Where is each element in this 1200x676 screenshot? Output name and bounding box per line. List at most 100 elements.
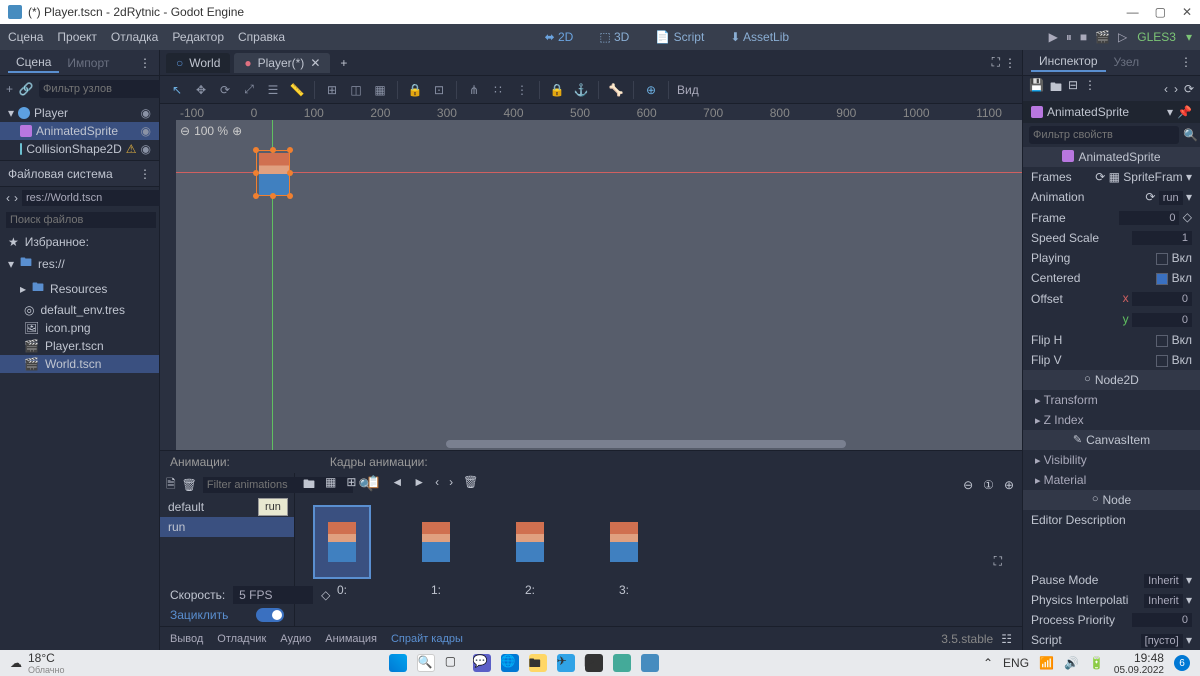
dock-menu-icon[interactable]: ⋮ [1180,55,1192,69]
priority-input[interactable] [1132,613,1192,627]
script-select[interactable]: [пусто] [1141,634,1183,648]
view-menu[interactable]: Вид [677,83,699,97]
select-tool-icon[interactable]: ↖ [168,81,186,99]
output-tab-debugger[interactable]: Отладчик [217,633,266,645]
playing-checkbox[interactable] [1156,253,1168,265]
volume-icon[interactable]: 🔊 [1064,656,1079,670]
copy-frame-icon[interactable]: ⊞ [346,475,356,496]
zoom-out-icon[interactable]: ⊖ [180,124,190,138]
warning-icon[interactable]: ⚠ [126,142,137,156]
reset-icon[interactable]: ⟳ [1095,170,1105,184]
anchor-preset-icon[interactable]: ⊕ [642,81,660,99]
dock-menu-icon[interactable]: ⋮ [1004,56,1016,70]
lock-selection-icon[interactable]: 🔒 [548,81,566,99]
frame-item[interactable]: 3: [597,507,651,597]
zoom-in-icon[interactable]: ⊕ [232,124,242,138]
visibility-icon[interactable]: ◉ [141,106,151,120]
menu-help[interactable]: Справка [238,30,285,44]
skeleton-icon[interactable]: ⋔ [465,81,483,99]
more-icon[interactable]: ⋮ [1084,78,1096,99]
maximize-icon[interactable]: ▢ [1155,5,1166,19]
output-tab-audio[interactable]: Аудио [280,633,311,645]
mode-assetlib[interactable]: ⬇ AssetLib [724,28,795,46]
grid-icon[interactable]: ∷ [489,81,507,99]
lang-indicator[interactable]: ENG [1003,656,1029,670]
smart-snap-icon[interactable]: ◫ [347,81,365,99]
rotate-tool-icon[interactable]: ⟳ [216,81,234,99]
group-transform[interactable]: ▸ Transform [1023,390,1200,410]
scale-tool-icon[interactable]: ⤢ [240,81,258,99]
property-filter-input[interactable] [1029,126,1179,144]
offset-x-input[interactable] [1132,292,1192,306]
delete-anim-icon[interactable]: 🗑 [182,478,197,492]
zoom-level[interactable]: 100 % [194,124,228,138]
tab-inspector[interactable]: Инспектор [1031,52,1106,72]
tray-chevron-icon[interactable]: ⌃ [983,656,993,670]
tree-node-player[interactable]: ▾ Player ◉ [0,104,159,122]
fs-path-input[interactable] [22,190,172,206]
expand-icon[interactable]: ⛶ [992,55,1000,70]
menu-project[interactable]: Проект [57,30,97,44]
group-material[interactable]: ▸ Material [1023,470,1200,490]
anchor-icon[interactable]: ⚓ [572,81,590,99]
group-visibility[interactable]: ▸ Visibility [1023,450,1200,470]
explorer-icon[interactable]: 🖿 [529,654,547,672]
load-frame-icon[interactable]: 🖿 [303,475,315,496]
menu-editor[interactable]: Редактор [172,30,224,44]
add-tab-icon[interactable]: + [334,56,353,70]
move-left-icon[interactable]: ‹ [435,475,439,496]
flipv-checkbox[interactable] [1156,355,1168,367]
pause-icon[interactable]: ⏸ [1066,30,1072,45]
mode-3d[interactable]: ⬚ 3D [593,28,635,46]
class-section-node[interactable]: ○ Node [1023,490,1200,510]
offset-y-input[interactable] [1132,313,1192,327]
frame-input[interactable] [1119,211,1179,225]
fullscreen-icon[interactable]: ⛶ [994,554,1002,569]
fs-search-input[interactable] [6,212,156,228]
group-icon[interactable]: ⊡ [430,81,448,99]
fs-item[interactable]: 🎬Player.tscn [0,337,159,355]
pin-icon[interactable]: 📌 [1177,105,1192,119]
class-section-node2d[interactable]: ○ Node2D [1023,370,1200,390]
ruler-tool-icon[interactable]: 📏 [288,81,306,99]
frame-item[interactable]: 0: [315,507,369,597]
output-tab-vyvod[interactable]: Вывод [170,633,203,645]
animation-select[interactable]: run [1159,191,1183,205]
play-icon[interactable]: ▶ [1049,30,1058,45]
grid-frame-icon[interactable]: ▦ [325,475,336,496]
tab-import[interactable]: Импорт [59,54,117,72]
insert-after-icon[interactable]: ► [413,475,425,496]
fs-root[interactable]: ▾🖿res:// [0,251,159,276]
grid-snap-icon[interactable]: ▦ [371,81,389,99]
network-icon[interactable]: 📶 [1039,656,1054,670]
class-section-animatedsprite[interactable]: AnimatedSprite [1023,147,1200,167]
play-custom-icon[interactable]: ▷ [1118,30,1127,45]
notifications-icon[interactable]: 6 [1174,655,1190,671]
frame-item[interactable]: 2: [503,507,557,597]
fs-item[interactable]: ▸🖿Resources [0,276,159,301]
visibility-icon[interactable]: ◉ [141,124,151,138]
centered-checkbox[interactable] [1156,273,1168,285]
visibility-icon[interactable]: ◉ [141,142,151,156]
reset-icon[interactable]: ⟳ [1145,190,1155,204]
output-tab-spriteframes[interactable]: Спрайт кадры [391,633,463,645]
app-icon[interactable] [613,654,631,672]
menu-debug[interactable]: Отладка [111,30,158,44]
fs-item[interactable]: 🎬World.tscn [0,355,159,373]
horizontal-scrollbar[interactable] [446,440,846,448]
fs-favorites[interactable]: ★Избранное: [0,233,159,251]
snap-options-icon[interactable]: ⋮ [513,81,531,99]
bone-icon[interactable]: 🦴 [607,81,625,99]
media-icon[interactable]: ▶ [585,654,603,672]
close-icon[interactable]: ✕ [1182,5,1192,19]
renderer-select[interactable]: GLES3 [1137,30,1176,44]
tree-node-collision[interactable]: CollisionShape2D ⚠ ◉ [0,140,159,158]
fs-item[interactable]: 🖼icon.png [0,319,159,337]
weather-icon[interactable]: ☁ [10,656,22,670]
physics-select[interactable]: Inherit [1144,594,1183,608]
search-icon[interactable]: 🔍 [1183,128,1198,142]
play-scene-icon[interactable]: 🎬 [1095,30,1110,45]
clock-date[interactable]: 05.09.2022 [1114,665,1164,676]
move-right-icon[interactable]: › [449,475,453,496]
close-tab-icon[interactable]: ✕ [310,56,320,70]
